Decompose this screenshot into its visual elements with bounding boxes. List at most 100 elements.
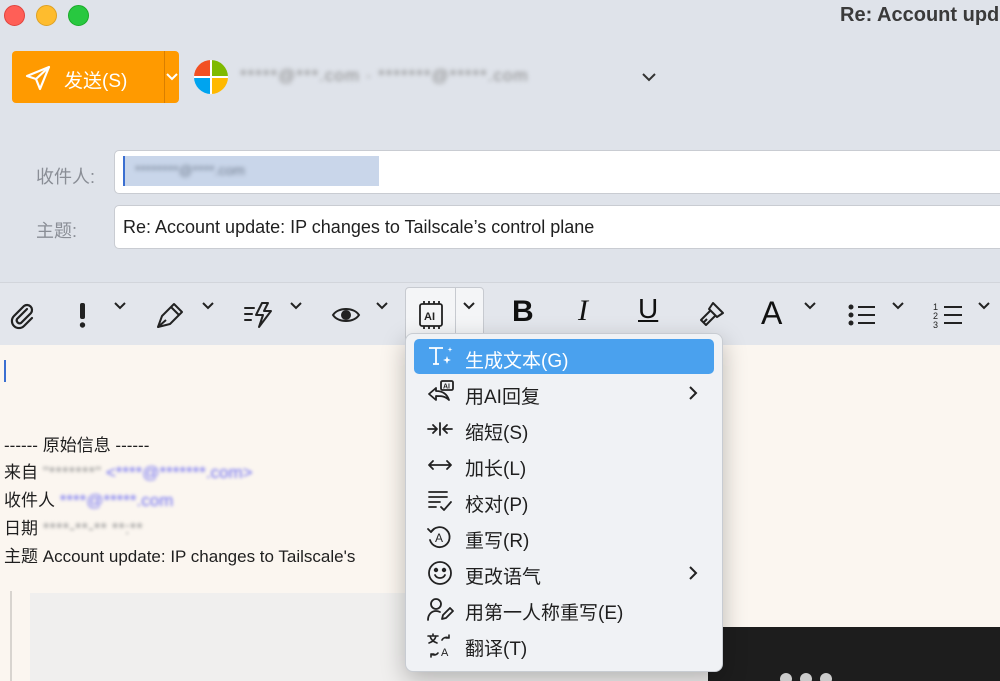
shorten-icon bbox=[427, 422, 453, 436]
to-field[interactable]: ********@****.com bbox=[114, 150, 1000, 194]
menu-item-translate[interactable]: A 翻译(T) bbox=[414, 627, 714, 662]
chevron-down-icon bbox=[202, 302, 214, 310]
menu-item-shorten[interactable]: 缩短(S) bbox=[414, 411, 714, 446]
quote-separator: ------ 原始信息 ------ bbox=[4, 436, 150, 455]
generate-text-icon bbox=[429, 347, 453, 365]
svg-text:A: A bbox=[435, 531, 443, 545]
quick-parts-icon bbox=[244, 302, 272, 328]
priority-icon bbox=[79, 303, 86, 328]
menu-item-label: 缩短(S) bbox=[465, 423, 529, 444]
menu-item-first-person[interactable]: 用第一人称重写(E) bbox=[414, 591, 714, 626]
view-icon bbox=[331, 308, 361, 322]
chevron-right-icon bbox=[689, 566, 698, 580]
font-color-label: A bbox=[761, 295, 783, 331]
chevron-right-icon bbox=[689, 386, 698, 400]
attach-icon bbox=[10, 303, 34, 330]
numbered-list-button[interactable]: 1 2 3 bbox=[930, 283, 1000, 345]
recipient-token[interactable]: ********@****.com bbox=[123, 156, 379, 186]
quote-subject-line: 主题 Account update: IP changes to Tailsca… bbox=[4, 542, 355, 567]
title-bar: Re: Account upd bbox=[0, 0, 1000, 30]
chevron-down-icon bbox=[804, 302, 816, 310]
underline-label: U bbox=[638, 293, 659, 324]
menu-item-change-tone[interactable]: 更改语气 bbox=[414, 555, 714, 590]
translate-icon: A bbox=[427, 633, 450, 658]
subject-label: 主题: bbox=[36, 221, 78, 241]
svg-text:AI: AI bbox=[443, 384, 450, 391]
from-account-selector[interactable]: *****@***.com · *******@*****.com bbox=[240, 66, 529, 86]
menu-item-label: 更改语气 bbox=[465, 567, 542, 588]
bullet-list-icon bbox=[848, 304, 875, 326]
zoom-window-button[interactable] bbox=[68, 5, 89, 26]
tone-icon bbox=[428, 561, 452, 585]
font-color-button[interactable]: A bbox=[758, 283, 824, 345]
bold-label: B bbox=[512, 295, 534, 328]
minimize-window-button[interactable] bbox=[36, 5, 57, 26]
svg-text:AI: AI bbox=[424, 311, 435, 323]
quote-to-line: 收件人 ****@*****.com bbox=[4, 486, 173, 511]
menu-item-proofread[interactable]: 校对(P) bbox=[414, 483, 714, 518]
menu-item-label: 翻译(T) bbox=[465, 639, 528, 660]
quote-from-line: 来自 "*******" <****@*******.com> bbox=[4, 458, 253, 483]
menu-item-ai-reply[interactable]: AI 用AI回复 bbox=[414, 375, 714, 410]
chevron-down-icon bbox=[978, 302, 990, 310]
chevron-down-icon bbox=[892, 302, 904, 310]
numbered-list-icon: 1 2 3 bbox=[933, 302, 962, 330]
ai-tools-menu: 生成文本(G) AI 用AI回复 缩短(S) 加长(L) 校对(P) A 重写(… bbox=[405, 333, 723, 672]
menu-item-label: 用第一人称重写(E) bbox=[465, 603, 624, 624]
quote-date-line: 日期 ****-**-** **:** bbox=[4, 514, 143, 539]
subject-value: Re: Account update: IP changes to Tailsc… bbox=[123, 217, 595, 237]
text-cursor bbox=[4, 360, 6, 382]
chevron-down-icon bbox=[114, 302, 126, 310]
first-person-icon bbox=[427, 598, 454, 621]
importance-button[interactable] bbox=[70, 283, 132, 345]
chevron-down-icon bbox=[463, 302, 475, 310]
lengthen-icon bbox=[428, 460, 452, 470]
to-label: 收件人: bbox=[36, 167, 96, 187]
quote-from-label: 来自 bbox=[4, 463, 38, 482]
menu-item-rewrite[interactable]: A 重写(R) bbox=[414, 519, 714, 554]
chevron-down-icon bbox=[166, 73, 178, 81]
paper-plane-icon bbox=[25, 65, 51, 91]
rewrite-icon: A bbox=[427, 526, 451, 549]
microsoft-account-icon bbox=[194, 60, 228, 94]
bullet-list-button[interactable] bbox=[845, 283, 911, 345]
menu-item-lengthen[interactable]: 加长(L) bbox=[414, 447, 714, 482]
window-title: Re: Account upd bbox=[840, 4, 1000, 26]
close-window-button[interactable] bbox=[4, 5, 25, 26]
quick-parts-button[interactable] bbox=[240, 283, 306, 345]
quote-subject-value: Account update: IP changes to Tailscale'… bbox=[42, 547, 356, 566]
signature-button[interactable] bbox=[152, 283, 218, 345]
send-label: 发送(S) bbox=[64, 71, 128, 92]
dots-graphic bbox=[780, 673, 832, 681]
quote-date-label: 日期 bbox=[4, 519, 38, 538]
view-button[interactable] bbox=[328, 283, 394, 345]
quote-subject-label: 主题 bbox=[4, 547, 38, 566]
svg-text:3: 3 bbox=[933, 320, 938, 330]
menu-item-label: 重写(R) bbox=[465, 531, 530, 552]
quoted-image bbox=[708, 627, 1000, 681]
quote-date-value: ****-**-** **:** bbox=[42, 519, 143, 538]
menu-item-label: 生成文本(G) bbox=[465, 351, 569, 372]
quote-bar bbox=[10, 591, 12, 681]
signature-pen-icon bbox=[157, 303, 183, 328]
ai-reply-icon: AI bbox=[428, 380, 454, 401]
menu-item-label: 校对(P) bbox=[465, 495, 529, 516]
subject-field[interactable]: Re: Account update: IP changes to Tailsc… bbox=[114, 205, 1000, 249]
quote-to-email[interactable]: ****@*****.com bbox=[60, 491, 174, 511]
chevron-down-icon bbox=[376, 302, 388, 310]
proofread-icon bbox=[428, 491, 452, 511]
svg-text:A: A bbox=[441, 647, 449, 658]
quote-to-label: 收件人 bbox=[4, 491, 55, 510]
attach-button[interactable] bbox=[5, 283, 41, 345]
recipient-address: ********@****.com bbox=[135, 162, 245, 178]
format-painter-icon bbox=[700, 302, 724, 326]
chevron-down-icon bbox=[290, 302, 302, 310]
send-split-button: 发送(S) bbox=[12, 51, 179, 103]
quote-from-name: "*******" bbox=[42, 463, 102, 482]
quote-from-email[interactable]: <****@*******.com> bbox=[106, 463, 253, 483]
send-options-dropdown[interactable] bbox=[165, 51, 179, 103]
menu-item-generate-text[interactable]: 生成文本(G) bbox=[414, 339, 714, 374]
send-button[interactable]: 发送(S) bbox=[12, 51, 152, 103]
menu-item-label: 用AI回复 bbox=[465, 387, 540, 408]
chevron-down-icon[interactable] bbox=[640, 70, 658, 84]
